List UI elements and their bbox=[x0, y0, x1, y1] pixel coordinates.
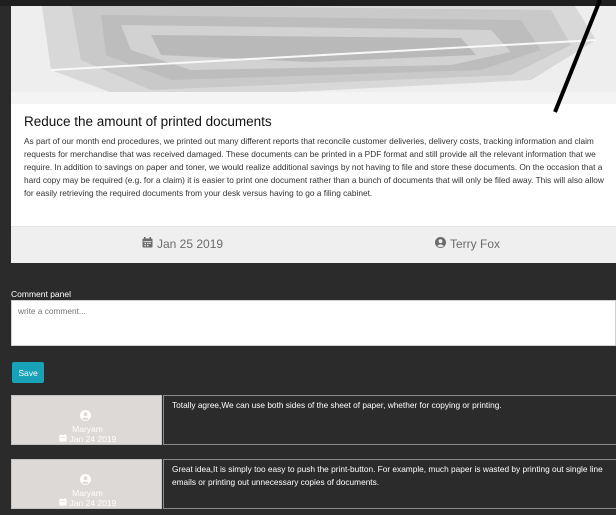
comment-user-name: Maryam bbox=[72, 488, 103, 498]
comment-text: Great idea,It is simply too easy to push… bbox=[163, 459, 616, 509]
article-date: Jan 25 2019 bbox=[142, 237, 223, 251]
top-strip bbox=[0, 0, 616, 6]
article-title: Reduce the amount of printed documents bbox=[24, 114, 272, 129]
calendar-icon bbox=[58, 498, 67, 508]
comment-user-card: Maryam Jan 24 2019 bbox=[11, 459, 162, 509]
calendar-icon bbox=[58, 434, 67, 444]
page: Reduce the amount of printed documents A… bbox=[0, 0, 616, 515]
comment-user-card: Maryam Jan 24 2019 bbox=[11, 395, 162, 445]
article-author: Terry Fox bbox=[435, 237, 500, 251]
user-circle-icon bbox=[80, 474, 91, 487]
pen-stroke-decoration bbox=[553, 0, 602, 113]
comment-panel-label: Comment panel bbox=[11, 289, 72, 299]
comment-item: Maryam Jan 24 2019 Totally agree,We can … bbox=[11, 395, 616, 447]
comment-user-name: Maryam bbox=[72, 424, 103, 434]
save-button[interactable]: Save bbox=[12, 362, 44, 383]
article-meta: Jan 25 2019 Terry Fox bbox=[11, 226, 616, 263]
hero-image bbox=[11, 0, 616, 104]
comment-item: Maryam Jan 24 2019 Great idea,It is simp… bbox=[11, 459, 616, 511]
comment-date-text: Jan 24 2019 bbox=[69, 434, 117, 444]
article-author-name: Terry Fox bbox=[450, 237, 501, 251]
user-circle-icon bbox=[80, 410, 91, 423]
comment-date: Jan 24 2019 bbox=[12, 498, 163, 508]
comment-input[interactable] bbox=[11, 300, 616, 346]
article-body: As part of our month end procedures, we … bbox=[24, 136, 604, 199]
comment-date-text: Jan 24 2019 bbox=[69, 498, 117, 508]
comment-text: Totally agree,We can use both sides of t… bbox=[163, 395, 616, 445]
calendar-icon bbox=[142, 237, 153, 251]
user-circle-icon bbox=[435, 237, 446, 251]
idea-card: Reduce the amount of printed documents A… bbox=[11, 0, 616, 263]
article-date-text: Jan 25 2019 bbox=[157, 237, 224, 251]
comment-date: Jan 24 2019 bbox=[12, 434, 163, 444]
